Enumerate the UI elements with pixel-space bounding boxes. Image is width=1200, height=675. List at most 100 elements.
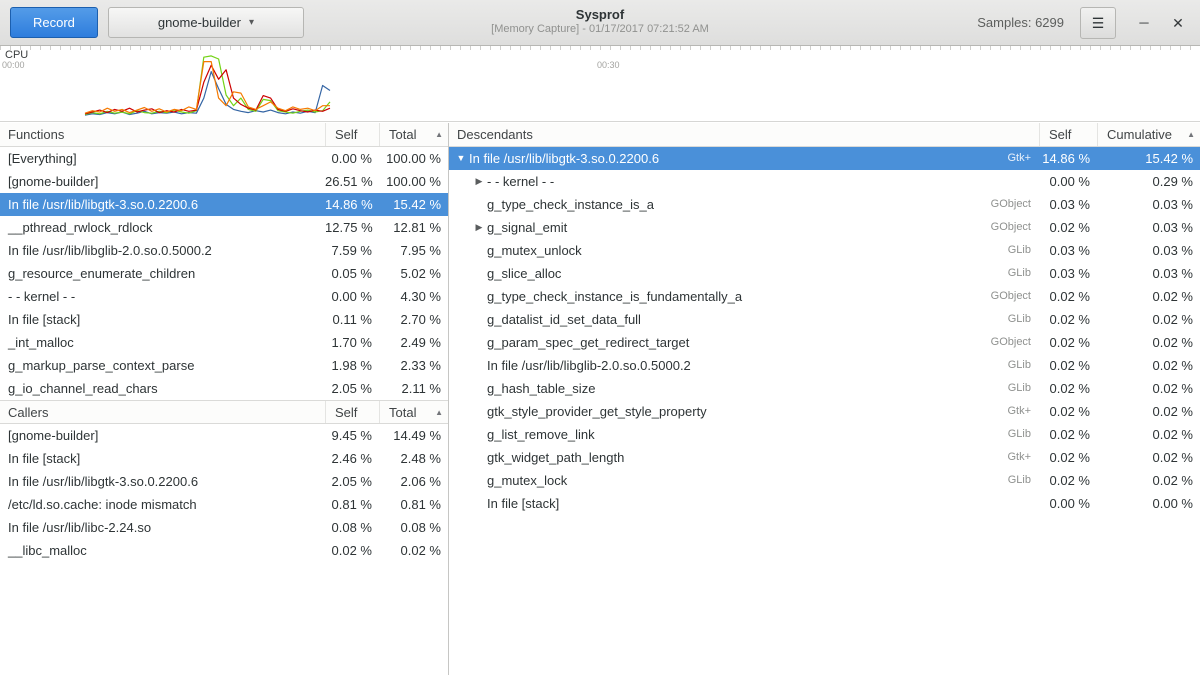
column-header-descendants[interactable]: Descendants <box>449 123 1039 146</box>
descendant-row[interactable]: ▶g_signal_emitGObject0.02 %0.03 % <box>449 216 1200 239</box>
descendant-name: In file /usr/lib/libglib-2.0.so.0.5000.2 <box>487 354 691 377</box>
column-header-self[interactable]: Self <box>325 401 379 423</box>
caller-row[interactable]: __libc_malloc0.02 %0.02 % <box>0 539 448 562</box>
self-value: 0.05 % <box>325 262 379 285</box>
descendant-name-cell: ▼In file /usr/lib/libgtk-3.so.0.2200.6Gt… <box>449 147 1039 170</box>
total-value: 2.49 % <box>379 331 448 354</box>
library-badge: GObject <box>979 331 1039 354</box>
caller-row[interactable]: In file /usr/lib/libc-2.24.so0.08 %0.08 … <box>0 516 448 539</box>
descendant-name: g_slice_alloc <box>487 262 561 285</box>
descendant-name: g_mutex_lock <box>487 469 567 492</box>
descendant-row[interactable]: g_type_check_instance_is_aGObject0.03 %0… <box>449 193 1200 216</box>
function-row[interactable]: _int_malloc1.70 %2.49 % <box>0 331 448 354</box>
descendant-row[interactable]: In file /usr/lib/libglib-2.0.so.0.5000.2… <box>449 354 1200 377</box>
descendant-row[interactable]: g_mutex_lockGLib0.02 %0.02 % <box>449 469 1200 492</box>
callers-table-body: [gnome-builder]9.45 %14.49 %In file [sta… <box>0 424 448 562</box>
descendant-name: g_type_check_instance_is_fundamentally_a <box>487 285 742 308</box>
descendant-row[interactable]: g_type_check_instance_is_fundamentally_a… <box>449 285 1200 308</box>
self-value: 0.08 % <box>325 516 379 539</box>
descendant-row[interactable]: g_hash_table_sizeGLib0.02 %0.02 % <box>449 377 1200 400</box>
function-name: In file /usr/lib/libgtk-3.so.0.2200.6 <box>0 193 325 216</box>
descendant-row[interactable]: ▼In file /usr/lib/libgtk-3.so.0.2200.6Gt… <box>449 147 1200 170</box>
descendant-row[interactable]: g_param_spec_get_redirect_targetGObject0… <box>449 331 1200 354</box>
cumulative-value: 0.02 % <box>1097 423 1200 446</box>
self-value: 0.00 % <box>325 147 379 170</box>
total-value: 2.48 % <box>379 447 448 470</box>
cpu-usage-graph[interactable]: CPU 00:00 00:30 <box>0 46 1200 122</box>
self-value: 0.02 % <box>1039 423 1097 446</box>
function-name: In file /usr/lib/libgtk-3.so.0.2200.6 <box>0 470 325 493</box>
expander-open-icon[interactable]: ▼ <box>453 147 469 170</box>
caller-row[interactable]: [gnome-builder]9.45 %14.49 % <box>0 424 448 447</box>
expander-closed-icon[interactable]: ▶ <box>471 216 487 239</box>
expander-closed-icon[interactable]: ▶ <box>471 170 487 193</box>
column-header-self[interactable]: Self <box>325 123 379 146</box>
descendant-name-cell: g_type_check_instance_is_fundamentally_a… <box>449 285 1039 308</box>
close-button[interactable]: ✕ <box>1166 11 1190 35</box>
descendant-row[interactable]: In file [stack]0.00 %0.00 % <box>449 492 1200 515</box>
column-header-total[interactable]: Total▲ <box>379 123 448 146</box>
function-row[interactable]: __pthread_rwlock_rdlock12.75 %12.81 % <box>0 216 448 239</box>
descendant-name-cell: g_slice_alloc GLib <box>449 262 1039 285</box>
descendant-name: g_signal_emit <box>487 216 567 239</box>
function-row[interactable]: In file [stack]0.11 %2.70 % <box>0 308 448 331</box>
function-row[interactable]: In file /usr/lib/libgtk-3.so.0.2200.614.… <box>0 193 448 216</box>
descendant-row[interactable]: g_datalist_id_set_data_fullGLib0.02 %0.0… <box>449 308 1200 331</box>
descendant-name: gtk_style_provider_get_style_property <box>487 400 707 423</box>
process-selector-label: gnome-builder <box>158 15 241 30</box>
library-badge: GLib <box>996 262 1039 285</box>
descendant-name-cell: gtk_style_provider_get_style_propertyGtk… <box>449 400 1039 423</box>
descendant-row[interactable]: gtk_style_provider_get_style_propertyGtk… <box>449 400 1200 423</box>
caller-row[interactable]: In file [stack]2.46 %2.48 % <box>0 447 448 470</box>
descendant-row[interactable]: gtk_widget_path_lengthGtk+0.02 %0.02 % <box>449 446 1200 469</box>
function-name: In file /usr/lib/libglib-2.0.so.0.5000.2 <box>0 239 325 262</box>
sort-indicator-icon: ▲ <box>435 401 443 423</box>
samples-count: Samples: 6299 <box>977 15 1064 30</box>
function-name: g_resource_enumerate_children <box>0 262 325 285</box>
function-name: _int_malloc <box>0 331 325 354</box>
descendant-name: g_param_spec_get_redirect_target <box>487 331 689 354</box>
descendant-row[interactable]: g_list_remove_linkGLib0.02 %0.02 % <box>449 423 1200 446</box>
function-row[interactable]: g_markup_parse_context_parse1.98 %2.33 % <box>0 354 448 377</box>
cumulative-value: 0.03 % <box>1097 193 1200 216</box>
function-row[interactable]: In file /usr/lib/libglib-2.0.so.0.5000.2… <box>0 239 448 262</box>
timeline-tick-mid: 00:30 <box>597 60 620 70</box>
function-row[interactable]: [Everything]0.00 %100.00 % <box>0 147 448 170</box>
self-value: 0.81 % <box>325 493 379 516</box>
function-row[interactable]: g_io_channel_read_chars2.05 %2.11 % <box>0 377 448 400</box>
column-header-self[interactable]: Self <box>1039 123 1097 146</box>
minimize-button[interactable]: ─ <box>1132 11 1156 35</box>
self-value: 0.02 % <box>1039 377 1097 400</box>
process-selector-dropdown[interactable]: gnome-builder ▾ <box>108 7 304 38</box>
total-value: 2.70 % <box>379 308 448 331</box>
total-value: 5.02 % <box>379 262 448 285</box>
function-row[interactable]: [gnome-builder]26.51 %100.00 % <box>0 170 448 193</box>
cumulative-value: 0.02 % <box>1097 446 1200 469</box>
column-header-cumulative[interactable]: Cumulative▲ <box>1097 123 1200 146</box>
self-value: 0.02 % <box>1039 354 1097 377</box>
self-value: 0.02 % <box>1039 400 1097 423</box>
self-value: 12.75 % <box>325 216 379 239</box>
column-header-callers[interactable]: Callers <box>0 401 325 423</box>
descendant-row[interactable]: g_slice_allocGLib0.03 %0.03 % <box>449 262 1200 285</box>
function-row[interactable]: g_resource_enumerate_children0.05 %5.02 … <box>0 262 448 285</box>
caller-row[interactable]: /etc/ld.so.cache: inode mismatch0.81 %0.… <box>0 493 448 516</box>
function-name: /etc/ld.so.cache: inode mismatch <box>0 493 325 516</box>
self-value: 0.02 % <box>1039 285 1097 308</box>
function-name: [Everything] <box>0 147 325 170</box>
menu-button[interactable]: ☰ <box>1080 7 1116 39</box>
record-button[interactable]: Record <box>10 7 98 38</box>
caller-row[interactable]: In file /usr/lib/libgtk-3.so.0.2200.62.0… <box>0 470 448 493</box>
functions-table-header: Functions Self Total▲ <box>0 123 448 147</box>
column-header-total[interactable]: Total▲ <box>379 401 448 423</box>
descendant-row[interactable]: g_mutex_unlockGLib0.03 %0.03 % <box>449 239 1200 262</box>
self-value: 0.02 % <box>1039 469 1097 492</box>
descendant-row[interactable]: ▶- - kernel - -0.00 %0.29 % <box>449 170 1200 193</box>
descendant-name: gtk_widget_path_length <box>487 446 624 469</box>
total-value: 0.02 % <box>379 539 448 562</box>
function-row[interactable]: - - kernel - -0.00 %4.30 % <box>0 285 448 308</box>
library-badge: GLib <box>996 239 1039 262</box>
column-header-functions[interactable]: Functions <box>0 123 325 146</box>
descendant-name: g_mutex_unlock <box>487 239 582 262</box>
total-value: 2.11 % <box>379 377 448 400</box>
